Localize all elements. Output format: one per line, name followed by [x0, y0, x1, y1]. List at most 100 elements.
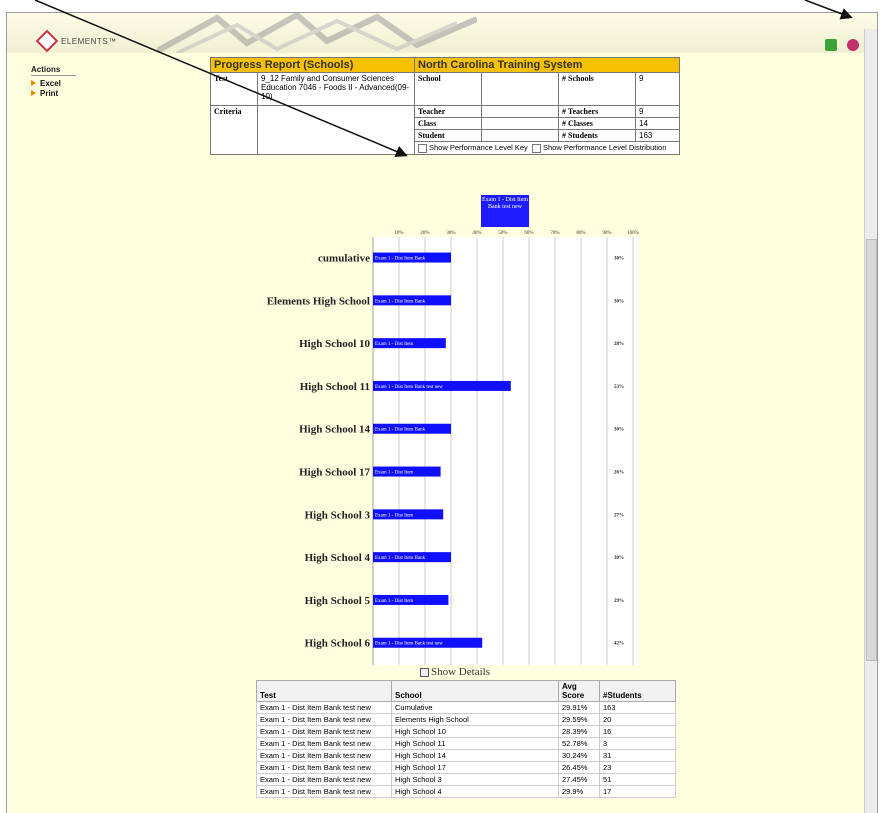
col-students[interactable]: #Students: [599, 680, 676, 702]
org-name: North Carolina Training System: [414, 57, 680, 73]
cell-students: 20: [599, 713, 676, 726]
bar-label: Exam 1 - Dist Item: [375, 342, 413, 347]
show-details-label: Show Details: [431, 666, 490, 678]
x-tick-label: 50%: [498, 231, 507, 236]
cell-students: 51: [599, 773, 676, 786]
cell-test: Exam 1 - Dist Item Bank test new: [256, 737, 392, 750]
cell-students: 3: [599, 737, 676, 750]
logout-icon[interactable]: [847, 39, 859, 51]
actions-title: Actions: [31, 65, 76, 76]
bar-label: Exam 1 - Dist Item Bank test new: [375, 385, 443, 390]
school-label: School: [414, 72, 482, 106]
teachers-count: 9: [635, 105, 680, 118]
schools-count: 9: [635, 72, 680, 106]
excel-action[interactable]: Excel: [31, 78, 101, 88]
criteria-value: [257, 105, 415, 155]
student-value: [481, 129, 559, 142]
table-row: Exam 1 - Dist Item Bank test new High Sch…: [256, 761, 676, 774]
cell-test: Exam 1 - Dist Item Bank test new: [256, 725, 392, 738]
x-tick-label: 10%: [394, 231, 403, 236]
vertical-scrollbar[interactable]: [864, 29, 877, 813]
print-action[interactable]: Print: [31, 88, 101, 98]
x-tick-label: 40%: [472, 231, 481, 236]
table-row: Exam 1 - Dist Item Bank test new Elements…: [256, 713, 676, 726]
cell-students: 31: [599, 749, 676, 762]
table-row: Exam 1 - Dist Item Bank test new Cumulati…: [256, 701, 676, 714]
col-school[interactable]: School: [391, 680, 559, 702]
arrow-right-icon: [31, 80, 36, 86]
bar-label: Exam 1 - Dist Item Bank: [375, 556, 426, 561]
schools-count-label: # Schools: [558, 72, 636, 106]
cell-test: Exam 1 - Dist Item Bank test new: [256, 785, 392, 798]
category-label: High School 11: [300, 381, 370, 393]
performance-dist-label: Show Performance Level Distribution: [542, 143, 667, 152]
table-row: Exam 1 - Dist Item Bank test new High Sch…: [256, 737, 676, 750]
x-tick-label: 100%: [627, 231, 639, 236]
bar-label: Exam 1 - Dist Item Bank test new: [375, 642, 443, 647]
cell-students: 17: [599, 785, 676, 798]
table-row: Exam 1 - Dist Item Bank test new High Sch…: [256, 773, 676, 786]
elements-logo: ELEMENTS™: [35, 29, 117, 53]
show-details-toggle[interactable]: Show Details: [420, 666, 490, 678]
col-avg-score[interactable]: Avg Score: [558, 680, 600, 702]
category-label: High School 17: [299, 467, 370, 479]
export-icon[interactable]: [825, 39, 837, 51]
class-label: Class: [414, 117, 482, 130]
performance-dist-checkbox[interactable]: [531, 143, 541, 153]
actions-panel: Actions Excel Print: [31, 65, 101, 98]
students-count-label: # Students: [558, 129, 636, 142]
classes-count: 14: [635, 117, 680, 130]
school-value: [481, 72, 559, 106]
show-details-checkbox[interactable]: [420, 667, 429, 677]
arrow-right-icon: [31, 90, 36, 96]
chart-legend: Exam 1 - Dist Item Bank test new: [481, 195, 529, 227]
bar-label: Exam 1 - Dist Item Bank: [375, 257, 426, 262]
col-test[interactable]: Test: [256, 680, 392, 702]
classes-count-label: # Classes: [558, 117, 636, 130]
category-label: High School 14: [299, 424, 370, 436]
teacher-value: [481, 105, 559, 118]
table-row: Exam 1 - Dist Item Bank test new High Sch…: [256, 749, 676, 762]
cell-avg-score: 29.59%: [558, 713, 600, 726]
scrollbar-thumb[interactable]: [866, 239, 877, 661]
header-banner: ELEMENTS™: [7, 13, 877, 53]
table-row: Exam 1 - Dist Item Bank test new High Sch…: [256, 725, 676, 738]
category-label: High School 3: [305, 509, 371, 521]
header-toolbar: [825, 39, 859, 51]
x-tick-label: 30%: [446, 231, 455, 236]
excel-label: Excel: [40, 78, 61, 88]
cell-school: High School 4: [391, 785, 559, 798]
cell-students: 23: [599, 761, 676, 774]
cell-students: 16: [599, 725, 676, 738]
cell-school: High School 10: [391, 725, 559, 738]
performance-key-checkbox[interactable]: [418, 143, 427, 153]
test-value: 9_12 Family and Consumer Sciences Educat…: [257, 72, 415, 106]
progress-bar-chart: 10% 20% 30% 40% 50% 60% 70% 80% 90% 100% cumulativ…: [210, 185, 650, 665]
category-label: High School 10: [299, 338, 370, 350]
cell-school: High School 17: [391, 761, 559, 774]
criteria-label: Criteria: [210, 105, 258, 155]
bar-label: Exam 1 - Dist Item Bank: [375, 428, 426, 433]
cell-avg-score: 29.9%: [558, 785, 600, 798]
cell-students: 163: [599, 701, 676, 714]
bar-label: Exam 1 - Dist Item: [375, 599, 413, 604]
details-body: Exam 1 - Dist Item Bank test new Cumulati…: [256, 701, 676, 798]
logo-text: ELEMENTS™: [61, 36, 117, 46]
class-value: [481, 117, 559, 130]
value-label: 27%: [614, 513, 624, 518]
value-label: 30%: [614, 299, 624, 304]
cell-school: High School 11: [391, 737, 559, 750]
category-label: High School 5: [305, 595, 371, 607]
screenshot: ELEMENTS™ Actions Excel Print Progress R…: [0, 0, 886, 813]
category-label: High School 6: [305, 638, 371, 650]
teacher-label: Teacher: [414, 105, 482, 118]
cell-school: Cumulative: [391, 701, 559, 714]
student-label: Student: [414, 129, 482, 142]
banner-graphic: [157, 13, 477, 53]
chart-svg: 10% 20% 30% 40% 50% 60% 70% 80% 90% 100% cumulativ…: [267, 231, 639, 665]
value-label: 28%: [614, 342, 624, 347]
cell-school: High School 14: [391, 749, 559, 762]
performance-key-label: Show Performance Level Key: [429, 143, 528, 152]
value-label: 30%: [614, 428, 624, 433]
x-tick-label: 80%: [576, 231, 585, 236]
